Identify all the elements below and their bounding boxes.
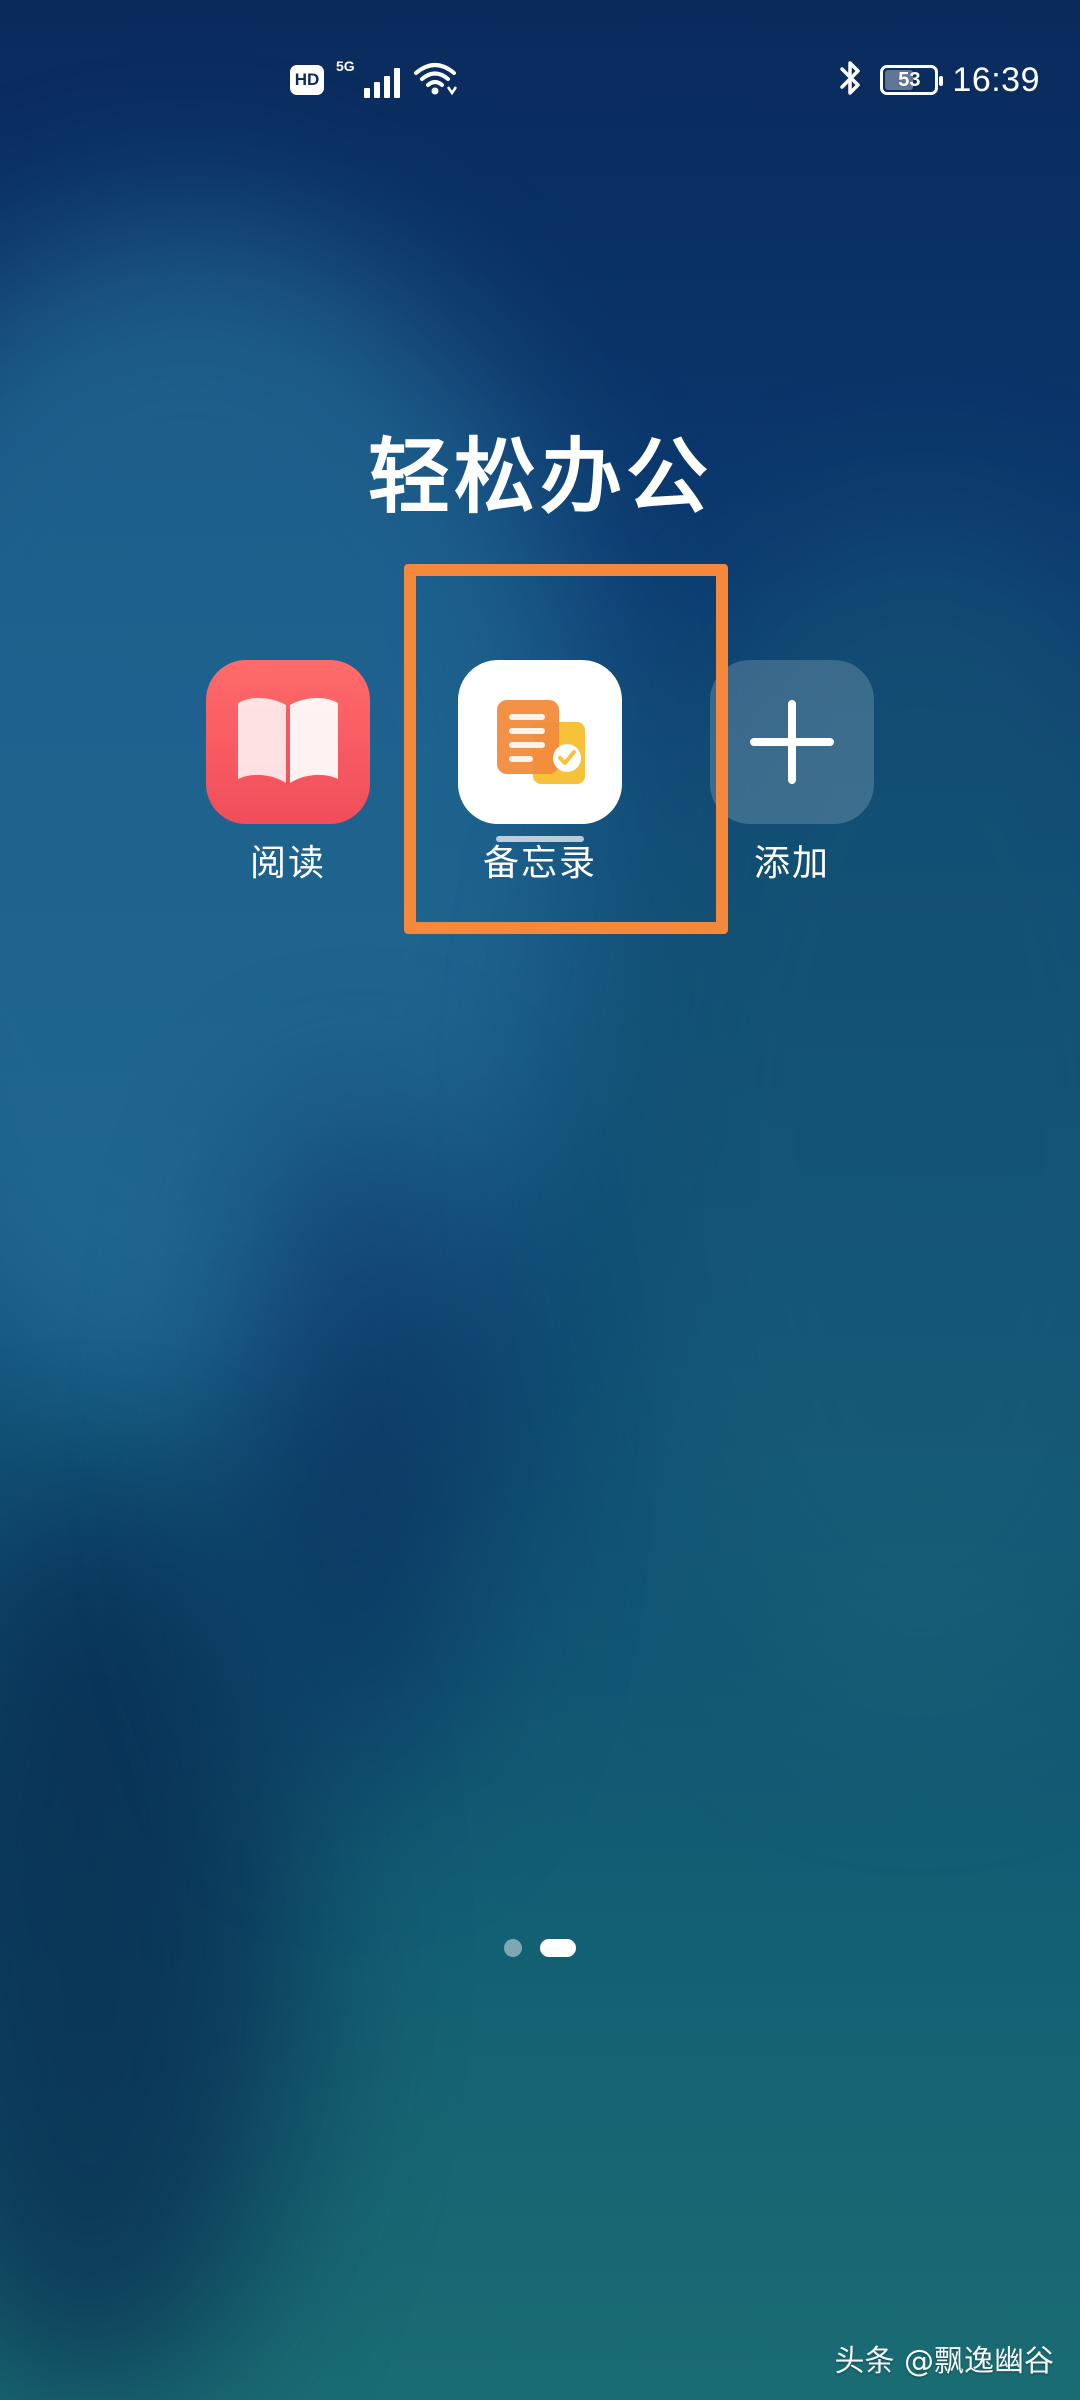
home-screen: HD 5G 53 16:39 轻松办公 阅读 备忘录 添加 头条 @飘逸幽谷 [0, 0, 1080, 2400]
book-icon[interactable] [206, 660, 370, 824]
status-left: HD 5G [290, 58, 458, 102]
highlight-box [404, 564, 728, 934]
wallpaper-blob [240, 1100, 480, 1800]
signal-bar [384, 76, 390, 98]
signal-bar [364, 88, 370, 98]
hd-icon: HD [290, 65, 324, 95]
battery-icon: 53 [880, 65, 944, 95]
signal-bar [374, 82, 380, 98]
network-label: 5G [336, 58, 355, 74]
page-dot[interactable] [504, 1939, 522, 1957]
app-label: 添加 [753, 843, 830, 884]
app-read[interactable]: 阅读 [188, 660, 388, 882]
battery-level-text: 53 [898, 69, 921, 91]
signal-bar [394, 68, 400, 98]
plus-icon[interactable] [710, 660, 874, 824]
bluetooth-icon [836, 57, 866, 103]
watermark: 头条 @飘逸幽谷 [834, 2344, 1054, 2379]
page-dot-active[interactable] [540, 1939, 576, 1957]
app-label: 阅读 [249, 843, 326, 884]
clock-time: 16:39 [952, 60, 1040, 99]
status-right: 53 16:39 [836, 54, 1040, 106]
wifi-icon [412, 59, 458, 101]
status-bar: HD 5G 53 16:39 [0, 0, 1080, 160]
signal-icon: 5G [336, 58, 400, 98]
page-indicator[interactable] [0, 1939, 1080, 1957]
folder-title[interactable]: 轻松办公 [0, 410, 1080, 529]
